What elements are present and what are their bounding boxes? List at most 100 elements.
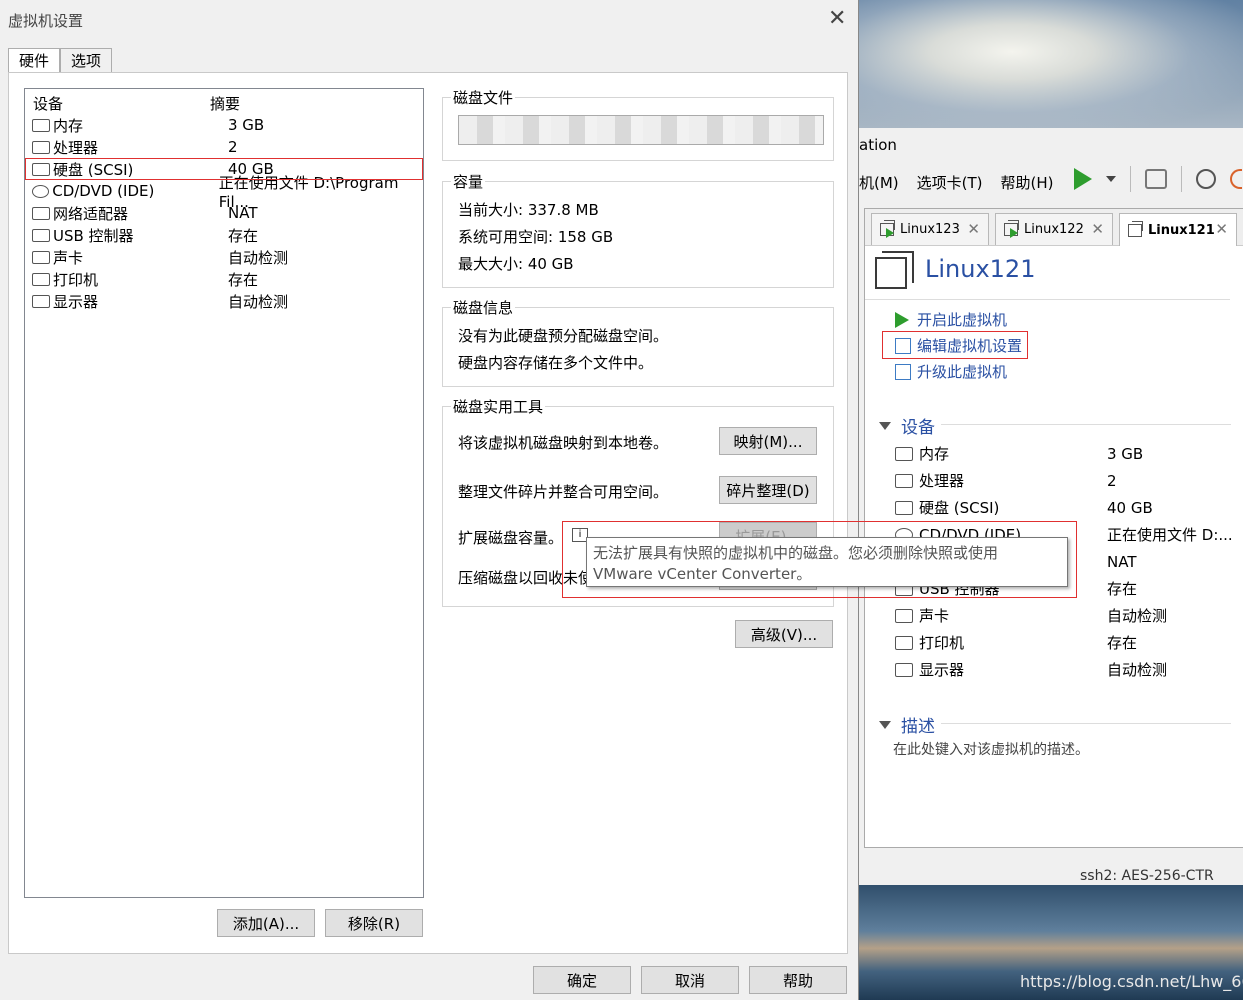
dialog-title: 虚拟机设置 bbox=[8, 12, 84, 30]
device-summary: 2 bbox=[228, 138, 238, 156]
menu-vm[interactable]: 机(M) bbox=[859, 172, 899, 193]
tab-options[interactable]: 选项 bbox=[60, 48, 113, 73]
tab-label: Linux121 bbox=[1148, 222, 1215, 238]
desktop-background-sky bbox=[858, 0, 1243, 130]
device-summary: 存在 bbox=[228, 226, 259, 245]
device-name: USB 控制器 bbox=[53, 226, 134, 245]
vm-device-row[interactable]: 处理器 2 bbox=[895, 467, 1240, 494]
memory-icon bbox=[32, 118, 50, 132]
vm-device-row[interactable]: 打印机 存在 bbox=[895, 629, 1240, 656]
device-value: 40 GB bbox=[1107, 498, 1153, 517]
collapse-icon bbox=[879, 720, 891, 729]
vm-icon bbox=[1128, 220, 1143, 237]
tab-hardware[interactable]: 硬件 bbox=[8, 48, 61, 75]
group-title: 容量 bbox=[451, 171, 486, 192]
upgrade-vm-link[interactable]: 升级此虚拟机 bbox=[895, 361, 1007, 382]
chevron-down-icon[interactable] bbox=[1106, 176, 1116, 182]
device-value: 2 bbox=[1107, 471, 1117, 490]
menu-tabs[interactable]: 选项卡(T) bbox=[917, 172, 983, 193]
device-row-cdrom[interactable]: CD/DVD (IDE) 正在使用文件 D:\Program Fil... bbox=[25, 174, 423, 211]
watermark: https://blog.csdn.net/Lhw_666 bbox=[1020, 972, 1243, 991]
disk-info-line: 没有为此硬盘预分配磁盘空间。 bbox=[458, 327, 669, 345]
window-title-fragment: ation bbox=[859, 136, 897, 154]
device-value: 3 GB bbox=[1107, 444, 1144, 463]
device-name: 网络适配器 bbox=[53, 204, 129, 223]
vmware-main-window: ation 机(M) 选项卡(T) 帮助(H) Linux123 ✕ Linux… bbox=[858, 128, 1243, 885]
collapse-icon bbox=[879, 421, 891, 430]
group-title: 磁盘信息 bbox=[451, 297, 516, 318]
add-button[interactable]: 添加(A)... bbox=[217, 909, 315, 937]
printer-icon bbox=[895, 635, 913, 650]
vm-device-row[interactable]: 内存 3 GB bbox=[895, 440, 1240, 467]
snapshot-icon[interactable] bbox=[1196, 169, 1216, 189]
tab-linux121[interactable]: Linux121 ✕ bbox=[1119, 213, 1237, 246]
send-keys-icon[interactable] bbox=[1145, 169, 1167, 189]
display-icon bbox=[895, 662, 913, 677]
disk-info-group: 磁盘信息 bbox=[442, 297, 834, 387]
description-section-header[interactable]: 描述 bbox=[879, 712, 935, 737]
running-icon bbox=[886, 228, 894, 238]
close-icon[interactable]: ✕ bbox=[1091, 220, 1104, 238]
map-button[interactable]: 映射(M)... bbox=[719, 427, 817, 455]
device-name: 内存 bbox=[53, 116, 84, 135]
device-summary: 自动检测 bbox=[228, 292, 289, 311]
device-name: 硬盘 (SCSI) bbox=[53, 160, 134, 179]
device-name: 打印机 bbox=[53, 270, 99, 289]
column-device[interactable]: 设备 bbox=[33, 93, 210, 114]
edit-settings-label: 编辑虚拟机设置 bbox=[917, 337, 1023, 355]
vm-name-heading: Linux121 bbox=[925, 255, 1036, 283]
vm-device-row[interactable]: 硬盘 (SCSI) 40 GB bbox=[895, 494, 1240, 521]
device-name: 处理器 bbox=[53, 138, 99, 157]
printer-icon bbox=[32, 272, 50, 286]
ok-button[interactable]: 确定 bbox=[533, 966, 631, 994]
cdrom-icon bbox=[32, 184, 50, 198]
advanced-button[interactable]: 高级(V)... bbox=[735, 620, 833, 648]
disk-file-path-field[interactable] bbox=[458, 115, 824, 145]
vm-large-icon bbox=[875, 251, 914, 289]
device-name: CD/DVD (IDE) bbox=[52, 182, 155, 200]
column-summary[interactable]: 摘要 bbox=[210, 93, 240, 114]
device-row-usb[interactable]: USB 控制器 存在 bbox=[25, 224, 423, 246]
device-row-sound[interactable]: 声卡 自动检测 bbox=[25, 246, 423, 268]
menu-help[interactable]: 帮助(H) bbox=[1001, 172, 1054, 193]
description-placeholder[interactable]: 在此处键入对该虚拟机的描述。 bbox=[893, 739, 1089, 759]
help-button[interactable]: 帮助 bbox=[749, 966, 847, 994]
list-header: 设备 摘要 bbox=[25, 92, 423, 114]
device-name: 处理器 bbox=[919, 472, 965, 490]
edit-settings-link[interactable]: 编辑虚拟机设置 bbox=[895, 335, 1022, 356]
power-on-link[interactable]: 开启此虚拟机 bbox=[895, 309, 1007, 330]
sound-icon bbox=[895, 608, 913, 623]
divider bbox=[941, 723, 1231, 724]
power-on-icon[interactable] bbox=[1074, 168, 1092, 190]
tab-linux122[interactable]: Linux122 ✕ bbox=[995, 213, 1113, 245]
revert-snapshot-icon[interactable] bbox=[1230, 169, 1242, 189]
cancel-button[interactable]: 取消 bbox=[641, 966, 739, 994]
device-value: NAT bbox=[1107, 552, 1137, 571]
close-icon[interactable]: ✕ bbox=[967, 220, 980, 238]
device-row-processor[interactable]: 处理器 2 bbox=[25, 136, 423, 158]
defrag-button[interactable]: 碎片整理(D) bbox=[719, 476, 817, 504]
usb-icon bbox=[32, 228, 50, 242]
device-row-printer[interactable]: 打印机 存在 bbox=[25, 268, 423, 290]
device-name: 硬盘 (SCSI) bbox=[919, 499, 1000, 517]
vm-device-row[interactable]: 声卡 自动检测 bbox=[895, 602, 1240, 629]
remove-button[interactable]: 移除(R) bbox=[325, 909, 423, 937]
close-icon[interactable]: ✕ bbox=[1215, 220, 1228, 238]
tab-linux123[interactable]: Linux123 ✕ bbox=[871, 213, 989, 245]
device-value: 存在 bbox=[1107, 580, 1138, 598]
divider bbox=[865, 299, 1230, 300]
device-list[interactable]: 设备 摘要 内存 3 GB 处理器 2 硬盘 (SCSI) 40 GB CD/DVD … bbox=[24, 88, 424, 898]
device-row-memory[interactable]: 内存 3 GB bbox=[25, 114, 423, 136]
devices-section-header[interactable]: 设备 bbox=[879, 413, 935, 438]
map-description: 将该虚拟机磁盘映射到本地卷。 bbox=[458, 434, 669, 452]
device-summary: 3 GB bbox=[228, 116, 265, 134]
play-icon bbox=[895, 311, 909, 328]
device-row-display[interactable]: 显示器 自动检测 bbox=[25, 290, 423, 312]
devices-header-label: 设备 bbox=[901, 418, 935, 438]
available-space: 系统可用空间: 158 GB bbox=[458, 228, 614, 246]
dialog-tabs: 硬件 选项 bbox=[8, 48, 113, 75]
display-icon bbox=[32, 294, 50, 308]
close-icon[interactable]: ✕ bbox=[828, 6, 846, 31]
current-size: 当前大小: 337.8 MB bbox=[458, 201, 599, 219]
vm-device-row[interactable]: 显示器 自动检测 bbox=[895, 656, 1240, 683]
